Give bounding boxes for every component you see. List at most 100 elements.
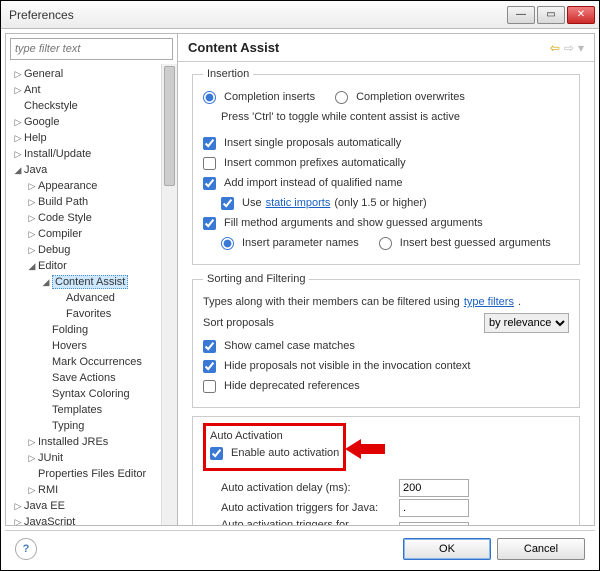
tree-arrow-icon[interactable]: ▷ — [12, 85, 24, 96]
tree-item-label: JUnit — [38, 452, 63, 464]
tree-item[interactable]: Folding — [8, 322, 177, 338]
tree-arrow-icon[interactable]: ◢ — [12, 165, 24, 176]
tree-arrow-icon[interactable]: ▷ — [12, 149, 24, 160]
back-icon[interactable]: ⇦ — [550, 41, 560, 55]
tree-item[interactable]: ▷JUnit — [8, 450, 177, 466]
completion-inserts-label: Completion inserts — [224, 91, 315, 103]
type-filters-link[interactable]: type filters — [464, 296, 514, 308]
hide-deprecated-checkbox[interactable] — [203, 380, 216, 393]
tree-item-label: Code Style — [38, 212, 92, 224]
tree-item[interactable]: ▷Google — [8, 114, 177, 130]
tree-item[interactable]: ▷JavaScript — [8, 514, 177, 525]
tree-item-label: Syntax Coloring — [52, 388, 130, 400]
filter-box — [10, 38, 173, 60]
arrow-annotation-icon — [345, 436, 389, 462]
minimize-button[interactable]: — — [507, 6, 535, 24]
cancel-button[interactable]: Cancel — [497, 538, 585, 560]
delay-input[interactable] — [399, 479, 469, 497]
filter-input[interactable] — [10, 38, 173, 60]
tree-item[interactable]: Templates — [8, 402, 177, 418]
completion-overwrites-radio[interactable] — [335, 91, 348, 104]
menu-icon[interactable]: ▾ — [578, 41, 584, 55]
maximize-button[interactable]: ▭ — [537, 6, 565, 24]
add-import-checkbox[interactable] — [203, 177, 216, 190]
auto-activation-group: Auto Activation Enable auto activation A… — [192, 416, 580, 525]
javadoc-triggers-label: Auto activation triggers for Javadoc: — [203, 519, 393, 525]
tree-arrow-icon[interactable]: ▷ — [26, 245, 38, 256]
static-imports-checkbox[interactable] — [221, 197, 234, 210]
completion-inserts-radio[interactable] — [203, 91, 216, 104]
camel-checkbox[interactable] — [203, 340, 216, 353]
tree-item[interactable]: ▷Compiler — [8, 226, 177, 242]
tree-item[interactable]: ◢Editor — [8, 258, 177, 274]
tree-item[interactable]: ▷Install/Update — [8, 146, 177, 162]
insert-param-radio[interactable] — [221, 237, 234, 250]
header-toolbar: ⇦ ⇨ ▾ — [550, 41, 584, 55]
tree-arrow-icon[interactable]: ▷ — [26, 453, 38, 464]
tree-item-label: Favorites — [66, 308, 111, 320]
tree-item-label: Install/Update — [24, 148, 91, 160]
static-imports-link[interactable]: static imports — [266, 197, 331, 209]
close-button[interactable]: ✕ — [567, 6, 595, 24]
tree-item[interactable]: Checkstyle — [8, 98, 177, 114]
ok-button[interactable]: OK — [403, 538, 491, 560]
insert-best-label: Insert best guessed arguments — [400, 237, 551, 249]
preferences-tree[interactable]: ▷General▷AntCheckstyle▷Google▷Help▷Insta… — [6, 64, 177, 525]
tree-arrow-icon[interactable]: ▷ — [12, 501, 24, 512]
tree-arrow-icon[interactable]: ▷ — [12, 117, 24, 128]
tree-arrow-icon[interactable]: ◢ — [26, 261, 38, 272]
tree-arrow-icon[interactable]: ▷ — [12, 69, 24, 80]
fill-method-checkbox[interactable] — [203, 217, 216, 230]
tree-item[interactable]: ◢Content Assist — [8, 274, 177, 290]
tree-item[interactable]: Advanced — [8, 290, 177, 306]
tree-arrow-icon[interactable]: ▷ — [26, 181, 38, 192]
tree-item[interactable]: ▷Appearance — [8, 178, 177, 194]
tree-item-label: RMI — [38, 484, 58, 496]
tree-arrow-icon[interactable]: ◢ — [40, 277, 52, 288]
tree-item[interactable]: ▷Debug — [8, 242, 177, 258]
footer: ? OK Cancel — [5, 530, 595, 566]
tree-item[interactable]: ▷General — [8, 66, 177, 82]
insert-best-radio[interactable] — [379, 237, 392, 250]
tree-item[interactable]: ▷Ant — [8, 82, 177, 98]
tree-item-label: Typing — [52, 420, 84, 432]
tree-item-label: Appearance — [38, 180, 97, 192]
tree-item[interactable]: ▷Build Path — [8, 194, 177, 210]
tree-arrow-icon[interactable]: ▷ — [26, 437, 38, 448]
tree-item[interactable]: Typing — [8, 418, 177, 434]
forward-icon[interactable]: ⇨ — [564, 41, 574, 55]
tree-item[interactable]: ▷Code Style — [8, 210, 177, 226]
tree-arrow-icon[interactable]: ▷ — [26, 213, 38, 224]
tree-arrow-icon[interactable]: ▷ — [26, 485, 38, 496]
highlight-annotation: Auto Activation Enable auto activation — [203, 423, 346, 471]
tree-item-label: Compiler — [38, 228, 82, 240]
tree-item[interactable]: Save Actions — [8, 370, 177, 386]
tree-arrow-icon[interactable]: ▷ — [26, 197, 38, 208]
insert-common-checkbox[interactable] — [203, 157, 216, 170]
tree-item[interactable]: ▷Installed JREs — [8, 434, 177, 450]
insert-single-checkbox[interactable] — [203, 137, 216, 150]
javadoc-triggers-input[interactable] — [399, 522, 469, 525]
tree-item[interactable]: ▷RMI — [8, 482, 177, 498]
tree-item[interactable]: ▷Java EE — [8, 498, 177, 514]
tree-item[interactable]: Properties Files Editor — [8, 466, 177, 482]
hide-invocation-checkbox[interactable] — [203, 360, 216, 373]
tree-arrow-icon[interactable]: ▷ — [12, 133, 24, 144]
scrollbar-thumb[interactable] — [164, 66, 175, 186]
tree-item[interactable]: ◢Java — [8, 162, 177, 178]
sorting-group: Sorting and Filtering Types along with t… — [192, 273, 580, 408]
sort-select[interactable]: by relevance — [484, 313, 569, 333]
tree-scrollbar[interactable] — [161, 64, 177, 525]
tree-item[interactable]: Favorites — [8, 306, 177, 322]
tree-item[interactable]: Mark Occurrences — [8, 354, 177, 370]
preferences-window: Preferences — ▭ ✕ ▷General▷AntCheckstyle… — [0, 0, 600, 571]
help-button[interactable]: ? — [15, 538, 37, 560]
tree-arrow-icon[interactable]: ▷ — [26, 229, 38, 240]
tree-arrow-icon[interactable]: ▷ — [12, 517, 24, 526]
java-triggers-input[interactable] — [399, 499, 469, 517]
tree-item[interactable]: Hovers — [8, 338, 177, 354]
enable-auto-activation-checkbox[interactable] — [210, 447, 223, 460]
hide-invocation-label: Hide proposals not visible in the invoca… — [224, 360, 470, 372]
tree-item[interactable]: ▷Help — [8, 130, 177, 146]
tree-item[interactable]: Syntax Coloring — [8, 386, 177, 402]
